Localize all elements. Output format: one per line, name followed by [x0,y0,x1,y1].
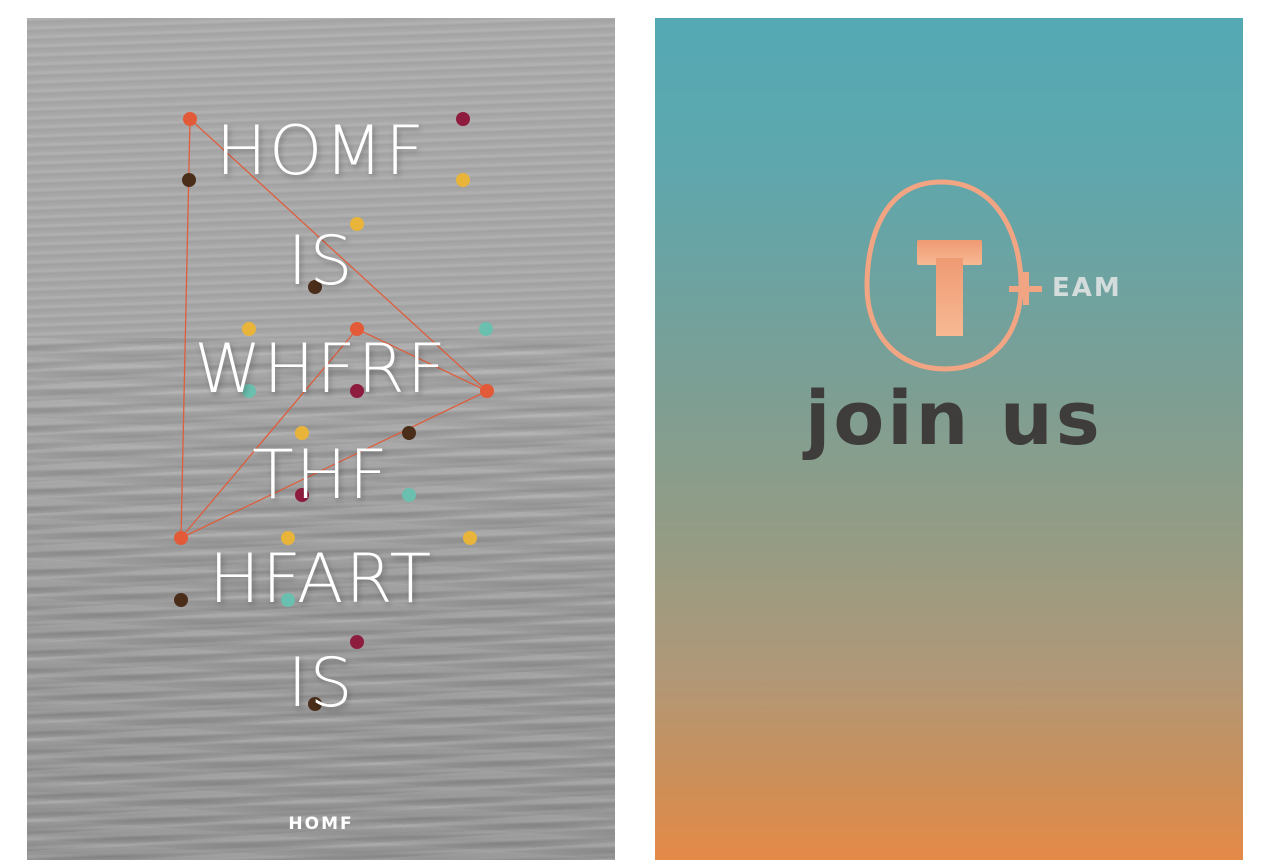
brand-logo-text: HOMF [288,814,354,834]
title-line-2: IS [287,222,355,301]
plus-vertical [1023,272,1029,305]
join-us-headline: join us [805,376,1103,462]
poster-home-is-where-the-heart-is: HOMF IS WHFRF THF HFART IS HOMF [27,18,615,860]
title-line-5: HFART [208,540,434,619]
title-line-4: THF [252,436,390,515]
title-line-1: HOMF [215,112,427,191]
poster-join-us: T EAM join us [655,18,1243,860]
team-logo-suffix: EAM [1052,273,1122,303]
logo-t-stem [936,258,963,336]
title-line-3: WHFRF [194,330,448,409]
title-line-6: IS [287,644,355,723]
